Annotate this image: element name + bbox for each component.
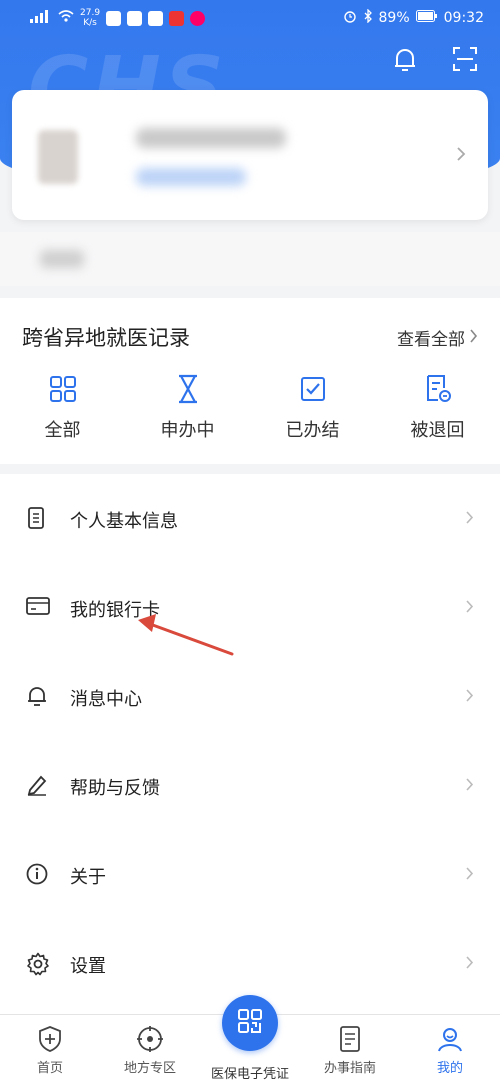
tab-label: 我的: [436, 1061, 463, 1076]
doc-list-icon: [338, 1015, 362, 1053]
settings-menu: 个人基本信息 我的银行卡 消息中心 帮助与反馈 关于 设置: [0, 474, 500, 1014]
records-section: 跨省异地就医记录 查看全部 全部 申办中 已办结 被退回: [0, 298, 500, 464]
tab-local-zone[interactable]: 地方专区: [100, 1015, 200, 1084]
bell-icon: [26, 685, 48, 711]
status-right: 89% 09:32: [343, 8, 484, 27]
redacted-row: [0, 232, 500, 286]
chevron-right-icon: [465, 866, 474, 885]
chevron-right-icon: [465, 688, 474, 707]
chevron-right-icon: [465, 510, 474, 529]
network-speed: 27.9 K/s: [80, 8, 100, 28]
records-filter-returned[interactable]: 被退回: [375, 374, 500, 442]
menu-item-label: 消息中心: [70, 689, 142, 710]
target-icon: [136, 1015, 164, 1053]
view-all-label: 查看全部: [397, 330, 465, 350]
network-speed-unit: K/s: [83, 18, 97, 28]
redacted-text: [40, 250, 84, 268]
tab-label: 首页: [36, 1061, 63, 1076]
checkbox-icon: [299, 374, 327, 404]
battery-level: 89%: [378, 10, 410, 26]
records-filter-label: 被退回: [410, 420, 465, 441]
document-icon: [26, 507, 46, 533]
network-speed-value: 27.9: [80, 8, 101, 18]
hourglass-icon: [176, 374, 200, 404]
returned-doc-icon: [424, 374, 452, 404]
view-all-link[interactable]: 查看全部: [397, 325, 478, 350]
profile-card[interactable]: [12, 90, 488, 220]
menu-item-label: 帮助与反馈: [70, 778, 160, 799]
chevron-right-icon: [465, 955, 474, 974]
user-name-redacted: [136, 128, 286, 148]
scan-icon[interactable]: [452, 46, 478, 74]
records-filter-label: 已办结: [285, 420, 340, 441]
gear-icon: [26, 952, 50, 980]
header-actions: [392, 46, 478, 74]
menu-item-label: 我的银行卡: [70, 600, 160, 621]
qr-code-button[interactable]: [222, 995, 278, 1051]
app-notification-icon: [169, 10, 185, 26]
menu-item-about[interactable]: 关于: [0, 830, 500, 919]
wifi-icon: [58, 9, 74, 27]
battery-icon: [415, 10, 438, 26]
records-filter-label: 全部: [44, 420, 81, 441]
grid-icon: [49, 374, 77, 404]
status-left: 27.9 K/s: [30, 8, 206, 28]
user-icon: [436, 1015, 464, 1053]
app-notification-icon: [127, 10, 143, 26]
bell-icon[interactable]: [392, 46, 418, 74]
clock: 09:32: [443, 10, 484, 26]
signal-icon: [30, 9, 52, 27]
tab-mine[interactable]: 我的: [400, 1015, 500, 1084]
menu-item-personal-info[interactable]: 个人基本信息: [0, 474, 500, 563]
tab-service-guide[interactable]: 办事指南: [300, 1015, 400, 1084]
tab-home[interactable]: 首页: [0, 1015, 100, 1084]
user-tag-redacted: [136, 168, 246, 186]
records-filter-label: 申办中: [160, 420, 215, 441]
avatar: [38, 130, 78, 184]
tab-label: 办事指南: [323, 1061, 376, 1076]
app-notification-icon: [190, 10, 206, 26]
alarm-icon: [343, 9, 357, 27]
qr-code-icon: [236, 1007, 264, 1039]
chevron-right-icon: [465, 599, 474, 618]
tab-label: 医保电子凭证: [210, 1067, 289, 1082]
records-filter-completed[interactable]: 已办结: [250, 374, 375, 442]
menu-item-bank-card[interactable]: 我的银行卡: [0, 563, 500, 652]
bottom-tab-bar: 首页 地方专区 医保电子凭证 办事指南 我的: [0, 995, 500, 1084]
info-icon: [26, 863, 48, 889]
pen-icon: [26, 774, 48, 800]
chevron-right-icon: [469, 328, 478, 348]
app-notification-icon: [148, 10, 164, 26]
tab-label: 地方专区: [123, 1061, 176, 1076]
bank-card-icon: [26, 596, 50, 620]
records-filters: 全部 申办中 已办结 被退回: [0, 374, 500, 442]
app-notification-icon: [106, 10, 122, 26]
status-bar: 27.9 K/s 89% 09:32: [0, 0, 500, 36]
menu-item-label: 关于: [70, 867, 106, 888]
menu-item-message-center[interactable]: 消息中心: [0, 652, 500, 741]
records-title: 跨省异地就医记录: [22, 326, 190, 350]
chevron-right-icon: [465, 777, 474, 796]
records-filter-processing[interactable]: 申办中: [125, 374, 250, 442]
menu-item-help-feedback[interactable]: 帮助与反馈: [0, 741, 500, 830]
bluetooth-icon: [363, 8, 373, 27]
menu-item-label: 设置: [70, 956, 106, 977]
chevron-right-icon: [456, 146, 466, 166]
menu-item-label: 个人基本信息: [70, 511, 178, 532]
records-filter-all[interactable]: 全部: [0, 374, 125, 442]
shield-plus-icon: [37, 1015, 63, 1053]
